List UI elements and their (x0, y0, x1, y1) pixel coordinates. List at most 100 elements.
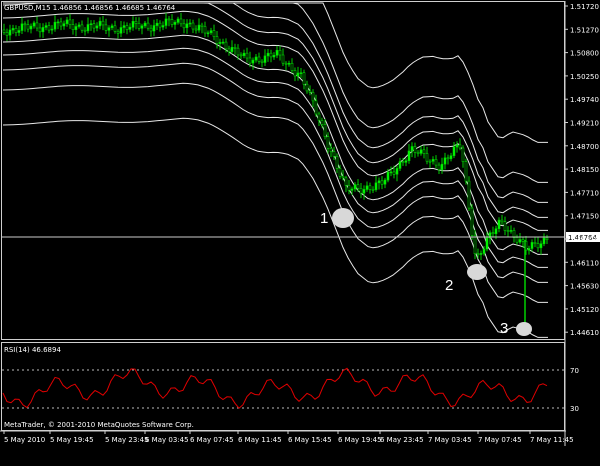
marker-1-label: 1 (320, 210, 328, 227)
candle-body (101, 20, 105, 26)
price-tick-label: 1.45120 (570, 306, 599, 314)
candle-body (182, 23, 186, 29)
candle-body (368, 185, 372, 190)
candle-body (8, 29, 12, 36)
candle-body (122, 25, 126, 28)
candle-body (419, 149, 423, 154)
candle-body (443, 157, 447, 165)
candle-body (131, 20, 135, 28)
candle-body (65, 19, 69, 24)
candle-body (530, 242, 534, 249)
candle-body (80, 24, 84, 31)
candle-body (446, 157, 450, 160)
candle-body (167, 18, 171, 21)
price-tick-label: 1.44610 (570, 329, 599, 337)
candle-body (35, 22, 39, 29)
candle-body (290, 62, 294, 71)
candle-body (59, 21, 63, 27)
candle-body (47, 25, 51, 31)
candle-body (401, 161, 405, 163)
candle-body (230, 46, 234, 52)
price-axis-labels: 1.51720 1.51270 1.50800 1.50250 1.49740 1.492… (565, 3, 599, 337)
candle-body (296, 72, 300, 77)
candle-body (434, 159, 438, 166)
candle-body (155, 22, 159, 26)
candle-body (479, 253, 483, 255)
candle-body (422, 149, 426, 154)
candle-body (50, 28, 54, 31)
candle-body (86, 24, 90, 32)
candle-body (125, 25, 129, 30)
marker-3-label: 3 (500, 320, 508, 337)
candle-body (194, 28, 198, 31)
candle-body (305, 83, 309, 92)
candle-body (233, 46, 237, 49)
candle-body (107, 27, 111, 31)
time-axis-labels: 5 May 2010 5 May 19:45 5 May 23:456 May 03… (3, 431, 574, 444)
candle-body (500, 219, 504, 223)
candle-body (269, 52, 273, 58)
marker-2-label: 2 (445, 277, 453, 294)
candle-body (2, 29, 6, 33)
candle-body (17, 30, 21, 33)
candle-body (386, 171, 390, 181)
candle-body (485, 237, 489, 250)
chart-header: GBPUSD,M15 1.46856 1.46856 1.46685 1.467… (4, 4, 176, 12)
rsi-level-30-label: 30 (570, 405, 579, 413)
price-tick-label: 1.45630 (570, 283, 599, 291)
price-tick-label: 1.51270 (570, 26, 599, 34)
candle-body (374, 182, 378, 191)
candle-body (62, 23, 66, 27)
candle-body (329, 148, 333, 152)
candle-body (5, 32, 9, 36)
candle-body (203, 26, 207, 34)
candle-body (14, 28, 18, 33)
candle-body (116, 30, 120, 34)
candle-body (89, 23, 93, 26)
candle-body (284, 62, 288, 65)
candle-body (41, 27, 45, 33)
candle-body (248, 57, 252, 64)
candle-body (392, 171, 396, 175)
candle-body (326, 136, 330, 149)
candle-body (302, 72, 306, 85)
time-tick-label: 6 May 11:45 (238, 436, 282, 444)
candle-body (383, 179, 387, 185)
candle-body (56, 21, 60, 24)
candle-body (491, 232, 495, 234)
time-tick-label: 7 May 03:45 (428, 436, 472, 444)
candle-body (347, 185, 351, 191)
candle-body (497, 219, 501, 230)
candle-body (254, 56, 258, 61)
candle-body (143, 22, 147, 27)
candle-body (464, 161, 468, 182)
candle-body (215, 36, 219, 44)
candle-body (455, 144, 459, 148)
candle-body (236, 47, 240, 56)
candle-body (398, 161, 402, 169)
candle-body (494, 228, 498, 234)
candle-body (161, 25, 165, 28)
candle-body (212, 30, 216, 37)
candle-body (38, 27, 42, 33)
candle-body (452, 146, 456, 156)
candle-body (428, 160, 432, 163)
candle-body (200, 24, 204, 27)
candle-body (134, 20, 138, 24)
candle-body (359, 188, 363, 194)
candle-body (260, 60, 264, 63)
price-tick-label: 1.50250 (570, 73, 599, 81)
candle-body (164, 18, 168, 26)
candle-body (293, 70, 297, 77)
candle-body (188, 22, 192, 25)
candle-body (533, 242, 537, 244)
price-tick-label: 1.46110 (570, 259, 599, 267)
price-tick-label: 1.50800 (570, 50, 599, 58)
candle-body (242, 52, 246, 57)
candle-body (209, 30, 213, 34)
candle-body (356, 184, 360, 189)
price-tick-label: 1.46610 (570, 236, 599, 244)
candle-body (83, 29, 87, 32)
candle-body (350, 188, 354, 191)
candle-body (149, 27, 153, 32)
